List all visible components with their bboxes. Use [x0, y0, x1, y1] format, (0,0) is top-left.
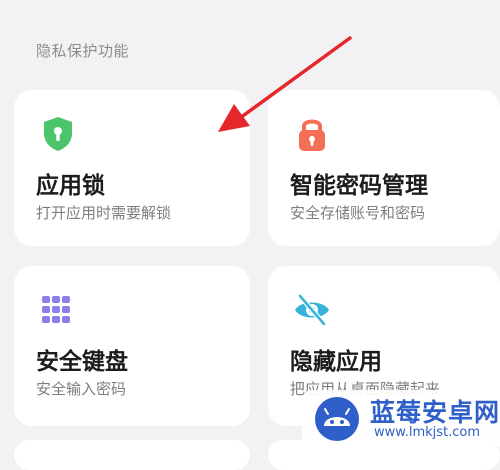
app-lock-title: 应用锁: [36, 173, 105, 199]
site-watermark: 蓝莓安卓网 www.lmkjst.com: [302, 390, 500, 447]
app-lock-subtitle: 打开应用时需要解锁: [36, 204, 172, 222]
eye-slash-icon: [295, 293, 329, 327]
watermark-name: 蓝莓安卓网: [370, 398, 500, 427]
watermark-logo-icon: [315, 397, 359, 441]
next-row-card-left[interactable]: [14, 440, 250, 470]
app-lock-card[interactable]: 应用锁 打开应用时需要解锁: [14, 90, 250, 246]
shield-icon: [44, 117, 72, 151]
password-manager-title: 智能密码管理: [290, 173, 428, 199]
hide-apps-title: 隐藏应用: [290, 349, 382, 375]
watermark-url: www.lmkjst.com: [374, 425, 481, 440]
secure-keyboard-card[interactable]: 安全键盘 安全输入密码: [14, 266, 250, 426]
secure-keyboard-subtitle: 安全输入密码: [36, 380, 127, 398]
password-manager-subtitle: 安全存储账号和密码: [290, 204, 426, 222]
lock-icon: [299, 119, 325, 151]
password-manager-card[interactable]: 智能密码管理 安全存储账号和密码: [268, 90, 500, 246]
secure-keyboard-title: 安全键盘: [36, 349, 128, 375]
keyboard-icon: [42, 296, 70, 323]
section-title: 隐私保护功能: [36, 42, 130, 60]
